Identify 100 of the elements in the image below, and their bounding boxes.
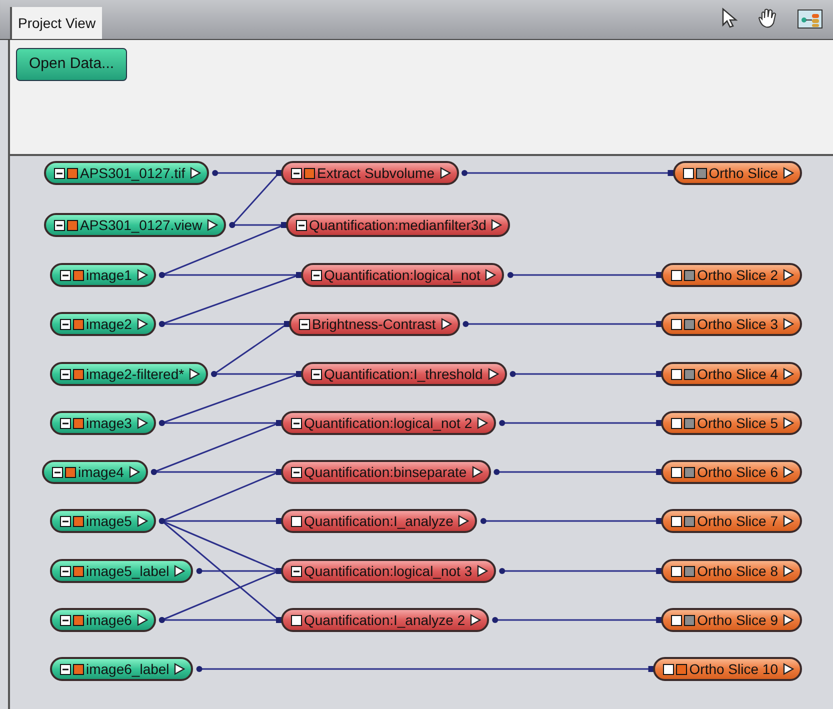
- module-node[interactable]: Ortho Slice 5: [661, 411, 802, 435]
- triangle-icon[interactable]: [783, 565, 794, 577]
- minus-box-icon[interactable]: [60, 270, 71, 280]
- square-icon[interactable]: [73, 368, 84, 380]
- square-icon[interactable]: [684, 270, 696, 280]
- triangle-icon[interactable]: [783, 167, 794, 179]
- minus-box-icon[interactable]: [60, 664, 71, 674]
- square-icon[interactable]: [684, 368, 696, 380]
- module-node[interactable]: image6: [50, 608, 156, 632]
- module-node[interactable]: Quantification:I_analyze 2: [281, 608, 490, 632]
- square-icon[interactable]: [684, 614, 696, 626]
- triangle-icon[interactable]: [440, 318, 452, 330]
- module-node[interactable]: image6_label: [50, 657, 194, 681]
- module-node[interactable]: Ortho Slice 3: [661, 312, 802, 336]
- module-node[interactable]: Extract Subvolume: [281, 161, 458, 185]
- module-node[interactable]: Ortho Slice: [672, 161, 802, 185]
- square-icon[interactable]: [684, 418, 696, 428]
- triangle-icon[interactable]: [128, 466, 140, 478]
- module-node[interactable]: Ortho Slice 9: [661, 608, 802, 632]
- square-icon[interactable]: [73, 614, 84, 626]
- triangle-icon[interactable]: [189, 368, 200, 380]
- square-icon[interactable]: [304, 168, 315, 178]
- hand-icon[interactable]: [757, 7, 779, 29]
- square-icon[interactable]: [684, 566, 696, 576]
- minus-box-icon[interactable]: [291, 566, 302, 576]
- project-view-tab[interactable]: Project View: [10, 7, 102, 39]
- square-icon[interactable]: [73, 270, 84, 280]
- minus-box-icon[interactable]: [60, 318, 71, 330]
- triangle-icon[interactable]: [136, 269, 148, 281]
- module-node[interactable]: image4: [42, 460, 148, 484]
- triangle-icon[interactable]: [477, 565, 488, 577]
- minus-box-icon[interactable]: [60, 368, 71, 380]
- module-node[interactable]: image3: [50, 411, 156, 435]
- square-icon[interactable]: [67, 168, 78, 178]
- module-node[interactable]: Brightness-Contrast: [289, 312, 460, 336]
- triangle-icon[interactable]: [136, 515, 148, 527]
- module-node[interactable]: Quantification:medianfilter3d: [286, 213, 510, 237]
- triangle-icon[interactable]: [491, 219, 502, 231]
- open-data-button[interactable]: Open Data...: [16, 48, 128, 81]
- module-node[interactable]: Ortho Slice 6: [661, 460, 802, 484]
- triangle-icon[interactable]: [190, 167, 202, 179]
- square-icon[interactable]: [676, 664, 688, 674]
- module-node[interactable]: APS301_0127.tif: [44, 161, 210, 185]
- module-node[interactable]: Quantification:logical_not: [301, 263, 504, 287]
- minus-box-icon[interactable]: [54, 220, 65, 230]
- triangle-icon[interactable]: [136, 318, 148, 330]
- triangle-icon[interactable]: [440, 167, 450, 179]
- minus-box-icon[interactable]: [296, 220, 307, 230]
- triangle-icon[interactable]: [783, 466, 794, 478]
- module-node[interactable]: Quantification:I_threshold: [301, 362, 507, 386]
- square-icon[interactable]: [73, 664, 84, 674]
- square-icon[interactable]: [684, 466, 696, 478]
- module-node[interactable]: Ortho Slice 4: [661, 362, 802, 386]
- empty-box-icon[interactable]: [291, 614, 302, 626]
- module-node[interactable]: Quantification:logical_not 2: [281, 411, 496, 435]
- triangle-icon[interactable]: [783, 417, 794, 429]
- pointer-icon[interactable]: [721, 7, 739, 29]
- triangle-icon[interactable]: [477, 417, 488, 429]
- triangle-icon[interactable]: [136, 417, 148, 429]
- minus-box-icon[interactable]: [311, 270, 322, 280]
- square-icon[interactable]: [73, 418, 84, 428]
- empty-box-icon[interactable]: [291, 516, 302, 526]
- module-node[interactable]: Quantification:logical_not 3: [281, 559, 496, 583]
- triangle-icon[interactable]: [783, 663, 794, 675]
- minus-box-icon[interactable]: [60, 418, 71, 428]
- triangle-icon[interactable]: [783, 614, 794, 626]
- minus-box-icon[interactable]: [54, 168, 65, 178]
- module-node[interactable]: image1: [50, 263, 156, 287]
- minus-box-icon[interactable]: [299, 318, 310, 330]
- square-icon[interactable]: [73, 516, 84, 526]
- module-node[interactable]: image5_label: [50, 559, 194, 583]
- square-icon[interactable]: [65, 466, 76, 478]
- triangle-icon[interactable]: [470, 614, 482, 626]
- module-node[interactable]: Ortho Slice 8: [661, 559, 802, 583]
- minus-box-icon[interactable]: [291, 168, 302, 178]
- minus-box-icon[interactable]: [291, 418, 302, 428]
- module-node[interactable]: image5: [50, 509, 156, 533]
- module-node[interactable]: Ortho Slice 2: [661, 263, 802, 287]
- minus-box-icon[interactable]: [52, 466, 63, 478]
- module-node[interactable]: Ortho Slice 7: [661, 509, 802, 533]
- minus-box-icon[interactable]: [291, 466, 302, 478]
- square-icon[interactable]: [67, 220, 78, 230]
- triangle-icon[interactable]: [485, 269, 496, 281]
- module-node[interactable]: image2: [50, 312, 156, 336]
- minus-box-icon[interactable]: [311, 368, 322, 380]
- square-icon[interactable]: [73, 318, 84, 330]
- module-node[interactable]: APS301_0127.view: [44, 213, 226, 237]
- minus-box-icon[interactable]: [60, 614, 71, 626]
- module-node[interactable]: Quantification:binseparate: [281, 460, 491, 484]
- triangle-icon[interactable]: [783, 318, 794, 330]
- module-node[interactable]: Quantification:I_analyze: [281, 509, 478, 533]
- triangle-icon[interactable]: [783, 515, 794, 527]
- square-icon[interactable]: [73, 566, 84, 576]
- triangle-icon[interactable]: [488, 368, 499, 380]
- square-icon[interactable]: [696, 168, 707, 178]
- triangle-icon[interactable]: [136, 614, 148, 626]
- square-icon[interactable]: [684, 516, 696, 526]
- triangle-icon[interactable]: [783, 368, 794, 380]
- minus-box-icon[interactable]: [60, 566, 71, 576]
- square-icon[interactable]: [684, 318, 696, 330]
